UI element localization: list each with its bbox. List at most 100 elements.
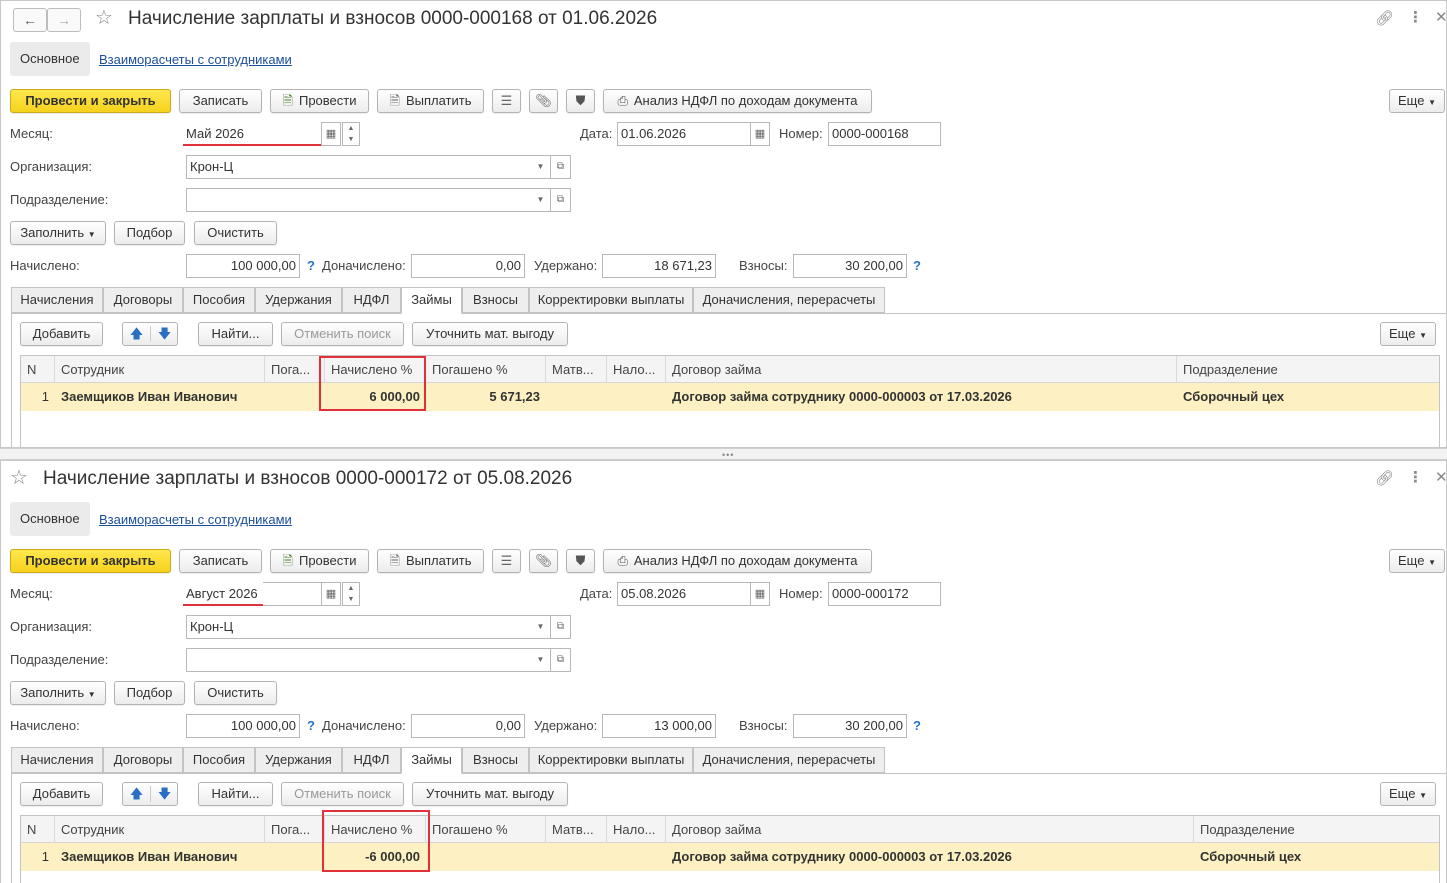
tab-benefits[interactable]: Пособия (183, 287, 255, 313)
add-button[interactable]: Добавить (20, 782, 103, 806)
tab-payment-corrections[interactable]: Корректировки выплаты (529, 287, 693, 313)
tab-contributions[interactable]: Взносы (462, 287, 529, 313)
write-button[interactable]: Записать (179, 89, 262, 113)
tab-deductions[interactable]: Удержания (255, 287, 342, 313)
month-field[interactable]: Май 2026 (183, 122, 322, 146)
col-repaid-pct[interactable]: Погашено % (426, 356, 546, 383)
back-button[interactable]: ← (13, 8, 47, 32)
org-field[interactable]: Крон-Ц (186, 155, 533, 179)
structure-button[interactable]: ⛊ (566, 549, 595, 573)
date-field[interactable]: 01.06.2026 (617, 122, 751, 146)
accrued-help-icon[interactable]: ? (307, 717, 315, 735)
date-field[interactable]: 05.08.2026 (617, 582, 751, 606)
tab-deductions[interactable]: Удержания (255, 747, 342, 773)
date-calendar-button[interactable]: ▦ (750, 122, 770, 146)
attach-button[interactable]: 📎︎ (529, 89, 558, 113)
find-button[interactable]: Найти... (198, 322, 273, 346)
tab-main[interactable]: Основное (10, 502, 90, 536)
post-and-close-button[interactable]: Провести и закрыть (10, 89, 171, 113)
tab-accruals[interactable]: Начисления (11, 747, 103, 773)
contrib-help-icon[interactable]: ? (913, 717, 921, 735)
tab-ndfl[interactable]: НДФЛ (342, 287, 401, 313)
favorite-star-icon[interactable]: ☆ (10, 467, 28, 489)
arrow-down-icon[interactable]: 🡇︎ (151, 783, 178, 805)
cancel-search-button[interactable]: Отменить поиск (281, 322, 404, 346)
col-employee[interactable]: Сотрудник (55, 356, 265, 383)
dept-open-button[interactable]: ⧉ (551, 188, 571, 212)
tab-recalculations[interactable]: Доначисления, перерасчеты (693, 747, 885, 773)
link-icon[interactable]: 🔗︎ (1375, 471, 1394, 487)
refine-benefit-button[interactable]: Уточнить мат. выгоду (412, 322, 568, 346)
settlements-link[interactable]: Взаиморасчеты с сотрудниками (99, 512, 292, 527)
org-dropdown-button[interactable]: ▼ (531, 615, 551, 639)
tab-ndfl[interactable]: НДФЛ (342, 747, 401, 773)
ndfl-analysis-button[interactable]: ⎙ Анализ НДФЛ по доходам документа (603, 89, 872, 113)
month-calendar-button[interactable]: ▦ (321, 582, 341, 606)
table-more-button[interactable]: Еще ▼ (1380, 322, 1436, 346)
tab-loans[interactable]: Займы (401, 287, 462, 314)
col-dept[interactable]: Подразделение (1194, 816, 1439, 843)
forward-button[interactable]: → (47, 8, 81, 32)
col-accrued-pct[interactable]: Начислено % (325, 816, 426, 843)
col-benefit[interactable]: Матв... (546, 356, 607, 383)
month-field-rest[interactable] (263, 582, 322, 606)
col-n[interactable]: N (21, 356, 55, 383)
tab-loans[interactable]: Займы (401, 747, 462, 774)
post-button[interactable]: 🗎︎ Провести (270, 549, 369, 573)
pay-button[interactable]: 🗎︎ Выплатить (377, 89, 484, 113)
settlements-link[interactable]: Взаиморасчеты с сотрудниками (99, 52, 292, 67)
tab-accruals[interactable]: Начисления (11, 287, 103, 313)
fill-button[interactable]: Заполнить ▼ (10, 221, 106, 245)
table-more-button[interactable]: Еще ▼ (1380, 782, 1436, 806)
contrib-help-icon[interactable]: ? (913, 257, 921, 275)
arrow-down-icon[interactable]: 🡇︎ (151, 323, 178, 345)
clear-button[interactable]: Очистить (194, 221, 277, 245)
dept-field[interactable] (186, 648, 533, 672)
col-repaid-short[interactable]: Пога... (265, 816, 325, 843)
report-button[interactable]: ☰ (492, 549, 521, 573)
fill-button[interactable]: Заполнить ▼ (10, 681, 106, 705)
tab-contracts[interactable]: Договоры (103, 287, 183, 313)
table-row[interactable]: 1 Заемщиков Иван Иванович 6 000,00 5 671… (21, 383, 1439, 411)
org-open-button[interactable]: ⧉ (551, 155, 571, 179)
col-dept[interactable]: Подразделение (1177, 356, 1439, 383)
favorite-star-icon[interactable]: ☆ (95, 7, 113, 29)
table-row[interactable]: 1 Заемщиков Иван Иванович -6 000,00 Дого… (21, 843, 1439, 871)
ndfl-analysis-button[interactable]: ⎙ Анализ НДФЛ по доходам документа (603, 549, 872, 573)
col-tax[interactable]: Нало... (607, 816, 666, 843)
date-calendar-button[interactable]: ▦ (750, 582, 770, 606)
org-field[interactable]: Крон-Ц (186, 615, 533, 639)
link-icon[interactable]: 🔗︎ (1375, 11, 1394, 27)
more-button[interactable]: Еще ▼ (1389, 89, 1445, 113)
col-tax[interactable]: Нало... (607, 356, 666, 383)
close-icon[interactable]: ✕ (1435, 10, 1446, 26)
refine-benefit-button[interactable]: Уточнить мат. выгоду (412, 782, 568, 806)
post-and-close-button[interactable]: Провести и закрыть (10, 549, 171, 573)
month-spinner[interactable]: ▲ ▼ (342, 582, 360, 606)
col-repaid-pct[interactable]: Погашено % (426, 816, 546, 843)
tab-contributions[interactable]: Взносы (462, 747, 529, 773)
dept-open-button[interactable]: ⧉ (551, 648, 571, 672)
add-button[interactable]: Добавить (20, 322, 103, 346)
col-contract[interactable]: Договор займа (666, 356, 1177, 383)
col-n[interactable]: N (21, 816, 55, 843)
structure-button[interactable]: ⛊ (566, 89, 595, 113)
col-accrued-pct[interactable]: Начислено % (325, 356, 426, 383)
dept-field[interactable] (186, 188, 533, 212)
number-field[interactable]: 0000-000172 (828, 582, 941, 606)
post-button[interactable]: 🗎︎ Провести (270, 89, 369, 113)
find-button[interactable]: Найти... (198, 782, 273, 806)
close-icon[interactable]: ✕ (1435, 470, 1446, 486)
tab-contracts[interactable]: Договоры (103, 747, 183, 773)
tab-payment-corrections[interactable]: Корректировки выплаты (529, 747, 693, 773)
clear-button[interactable]: Очистить (194, 681, 277, 705)
dept-dropdown-button[interactable]: ▼ (531, 188, 551, 212)
select-button[interactable]: Подбор (114, 681, 185, 705)
attach-button[interactable]: 📎︎ (529, 549, 558, 573)
more-button[interactable]: Еще ▼ (1389, 549, 1445, 573)
pay-button[interactable]: 🗎︎ Выплатить (377, 549, 484, 573)
cancel-search-button[interactable]: Отменить поиск (281, 782, 404, 806)
report-button[interactable]: ☰ (492, 89, 521, 113)
more-vertical-icon[interactable]: ⋮ (1408, 470, 1423, 486)
write-button[interactable]: Записать (179, 549, 262, 573)
